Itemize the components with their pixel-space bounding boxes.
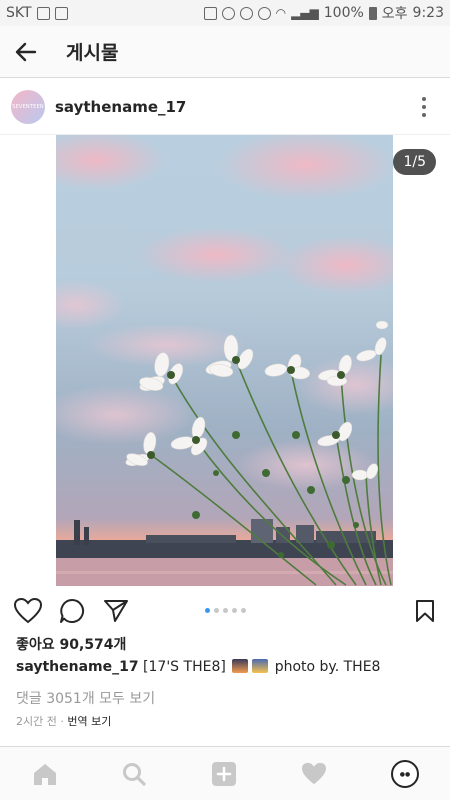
carousel-indicator (205, 608, 246, 613)
gallery-notification-icon (36, 6, 50, 20)
more-options-button[interactable] (412, 95, 436, 119)
post-media[interactable]: 1/5 (0, 135, 450, 586)
ampm-label: 오후 (381, 6, 408, 22)
avatar[interactable]: SEVENTEEN (11, 89, 45, 124)
post-time-row: 2시간 전 · 번역 보기 (16, 713, 436, 729)
carrier-label: SKT (6, 5, 32, 21)
mute-icon (239, 6, 253, 20)
profile-avatar-icon: ●● (391, 760, 419, 788)
carousel-dot (241, 608, 246, 613)
view-all-comments-link[interactable]: 댓글 3051개 모두 보기 (16, 688, 436, 708)
nav-activity[interactable] (299, 759, 329, 789)
home-icon (34, 764, 56, 785)
post-timestamp: 2시간 전 (16, 715, 57, 728)
image-counter: 1/5 (393, 149, 436, 175)
post-username[interactable]: saythename_17 (55, 98, 186, 116)
alarm-icon (257, 6, 271, 20)
post-header: SEVENTEEN saythename_17 (0, 79, 450, 135)
bookmark-icon (416, 600, 434, 622)
night-city-emoji-icon (232, 659, 249, 673)
caption-text-part-2: photo by. THE8 (270, 659, 381, 675)
back-button[interactable] (0, 26, 52, 78)
time-separator: · (56, 715, 68, 728)
search-icon (123, 763, 146, 786)
heart-icon (302, 762, 326, 785)
battery-percent: 100% (323, 5, 364, 21)
sim-notification-icon (54, 6, 68, 20)
like-count[interactable]: 좋아요 90,574개 (16, 634, 436, 654)
post-photo[interactable] (56, 135, 393, 586)
plus-square-icon (212, 762, 236, 786)
page-title: 게시물 (66, 42, 119, 64)
save-bookmark-button[interactable] (410, 596, 440, 626)
nav-home[interactable] (30, 759, 60, 789)
post-actions (0, 590, 450, 632)
more-dot-icon (422, 105, 426, 109)
heart-outline-icon (14, 598, 42, 624)
arrow-left-icon (15, 42, 37, 61)
like-button[interactable] (13, 596, 43, 626)
carousel-dot (223, 608, 228, 613)
send-arrow-icon (104, 600, 128, 622)
caption-username[interactable]: saythename_17 (16, 659, 139, 675)
sky-flowers-photo (56, 135, 393, 586)
post-caption: saythename_17 [17'S THE8] photo by. THE8 (16, 659, 436, 675)
battery-icon (368, 6, 377, 20)
carousel-dot (232, 608, 237, 613)
nav-search[interactable] (119, 759, 149, 789)
avatar-label: SEVENTEEN (12, 103, 44, 110)
carousel-dot-active (205, 608, 210, 613)
signal-icon: ▂▄▆ (291, 6, 319, 20)
nav-new-post[interactable] (209, 759, 239, 789)
nav-profile[interactable]: ●● (390, 759, 420, 789)
status-bar: SKT ◠ ▂▄▆ 100% 오후 9:23 (0, 0, 450, 26)
share-button[interactable] (101, 596, 131, 626)
bottom-navigation: ●● (0, 746, 450, 800)
sunrise-emoji-icon (252, 659, 269, 673)
lock-icon (203, 6, 217, 20)
wifi-icon: ◠ (275, 6, 287, 20)
comment-bubble-icon (60, 598, 85, 623)
comment-button[interactable] (57, 596, 87, 626)
carousel-dot (214, 608, 219, 613)
sync-icon (221, 6, 235, 20)
translate-link[interactable]: 번역 보기 (67, 715, 111, 728)
more-dot-icon (422, 97, 426, 101)
app-bar: 게시물 (0, 26, 450, 78)
status-bar-right: ◠ ▂▄▆ 100% 오후 9:23 (203, 3, 444, 23)
clock: 9:23 (412, 5, 444, 21)
status-bar-left: SKT (6, 5, 68, 21)
caption-text-part-1: [17'S THE8] (138, 659, 231, 675)
more-dot-icon (422, 113, 426, 117)
